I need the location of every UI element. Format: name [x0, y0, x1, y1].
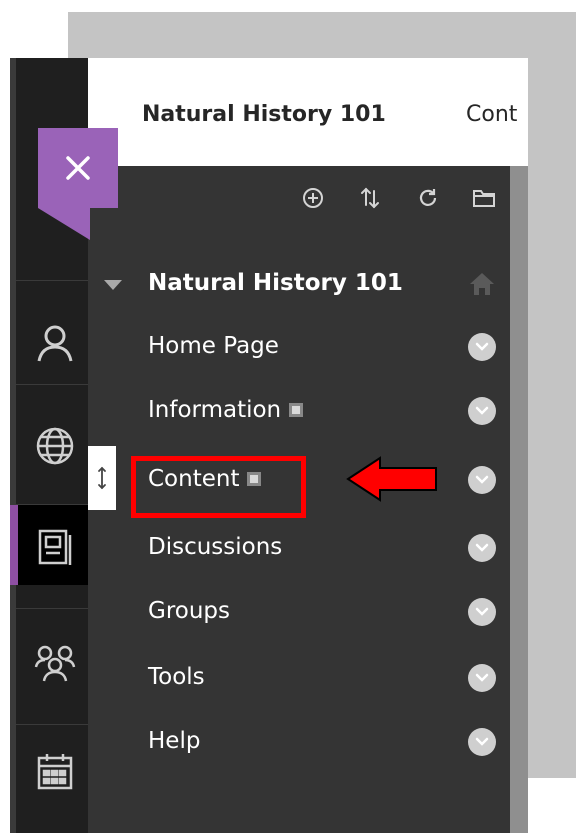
menu-item-label: Information — [148, 397, 282, 423]
menu-item-groups[interactable]: Groups — [148, 598, 230, 624]
user-icon[interactable] — [32, 320, 78, 366]
collapse-triangle-icon[interactable] — [104, 280, 122, 290]
menu-item-information[interactable]: Information — [148, 397, 304, 423]
scrollbar[interactable] — [510, 166, 528, 833]
menu-item-label: Groups — [148, 598, 231, 624]
header-tab-truncated[interactable]: Cont — [466, 102, 528, 127]
courses-icon[interactable] — [32, 524, 78, 570]
close-button-tail — [38, 208, 90, 240]
course-header: Natural History 101 Cont — [88, 58, 528, 166]
course-title: Natural History 101 — [142, 102, 386, 127]
chevron-down-icon[interactable] — [468, 728, 496, 756]
menu-item-label: Discussions — [148, 534, 283, 560]
drag-handle[interactable] — [88, 446, 116, 510]
shadow-right — [527, 58, 576, 778]
chevron-down-icon[interactable] — [468, 466, 496, 494]
rail-edge — [10, 58, 16, 833]
shadow-top — [68, 12, 576, 58]
calendar-icon[interactable] — [32, 748, 78, 794]
menu-item-home-page[interactable]: Home Page — [148, 333, 279, 359]
chevron-down-icon[interactable] — [468, 397, 496, 425]
menu-item-label: Tools — [148, 664, 205, 690]
rail-separator — [10, 280, 88, 281]
home-icon[interactable] — [468, 270, 496, 298]
left-arrow-icon — [346, 456, 437, 502]
rail-separator — [10, 384, 88, 385]
globe-icon[interactable] — [32, 423, 78, 469]
chevron-down-icon[interactable] — [468, 534, 496, 562]
menu-item-help[interactable]: Help — [148, 728, 200, 754]
reorder-icon[interactable] — [354, 182, 386, 214]
window-frame: Natural History 101 Cont Natural History… — [10, 58, 528, 833]
rail-active-indicator — [10, 505, 18, 585]
menu-item-discussions[interactable]: Discussions — [148, 534, 282, 560]
refresh-icon[interactable] — [412, 182, 444, 214]
close-button[interactable] — [38, 128, 118, 208]
add-icon[interactable] — [297, 182, 329, 214]
menu-item-label: Help — [148, 728, 201, 754]
highlight-box — [131, 456, 306, 518]
drag-vertical-icon — [98, 466, 106, 490]
chevron-down-icon[interactable] — [468, 333, 496, 361]
groups-icon[interactable] — [32, 640, 78, 686]
menu-item-label: Home Page — [148, 333, 279, 359]
menu-course-title[interactable]: Natural History 101 — [148, 270, 403, 296]
folder-icon[interactable] — [468, 182, 500, 214]
rail-separator — [10, 724, 88, 725]
rail-separator — [10, 608, 88, 609]
chevron-down-icon[interactable] — [468, 664, 496, 692]
chevron-down-icon[interactable] — [468, 598, 496, 626]
close-icon — [66, 156, 90, 180]
menu-item-tools[interactable]: Tools — [148, 664, 205, 690]
hidden-status-icon — [289, 403, 304, 417]
